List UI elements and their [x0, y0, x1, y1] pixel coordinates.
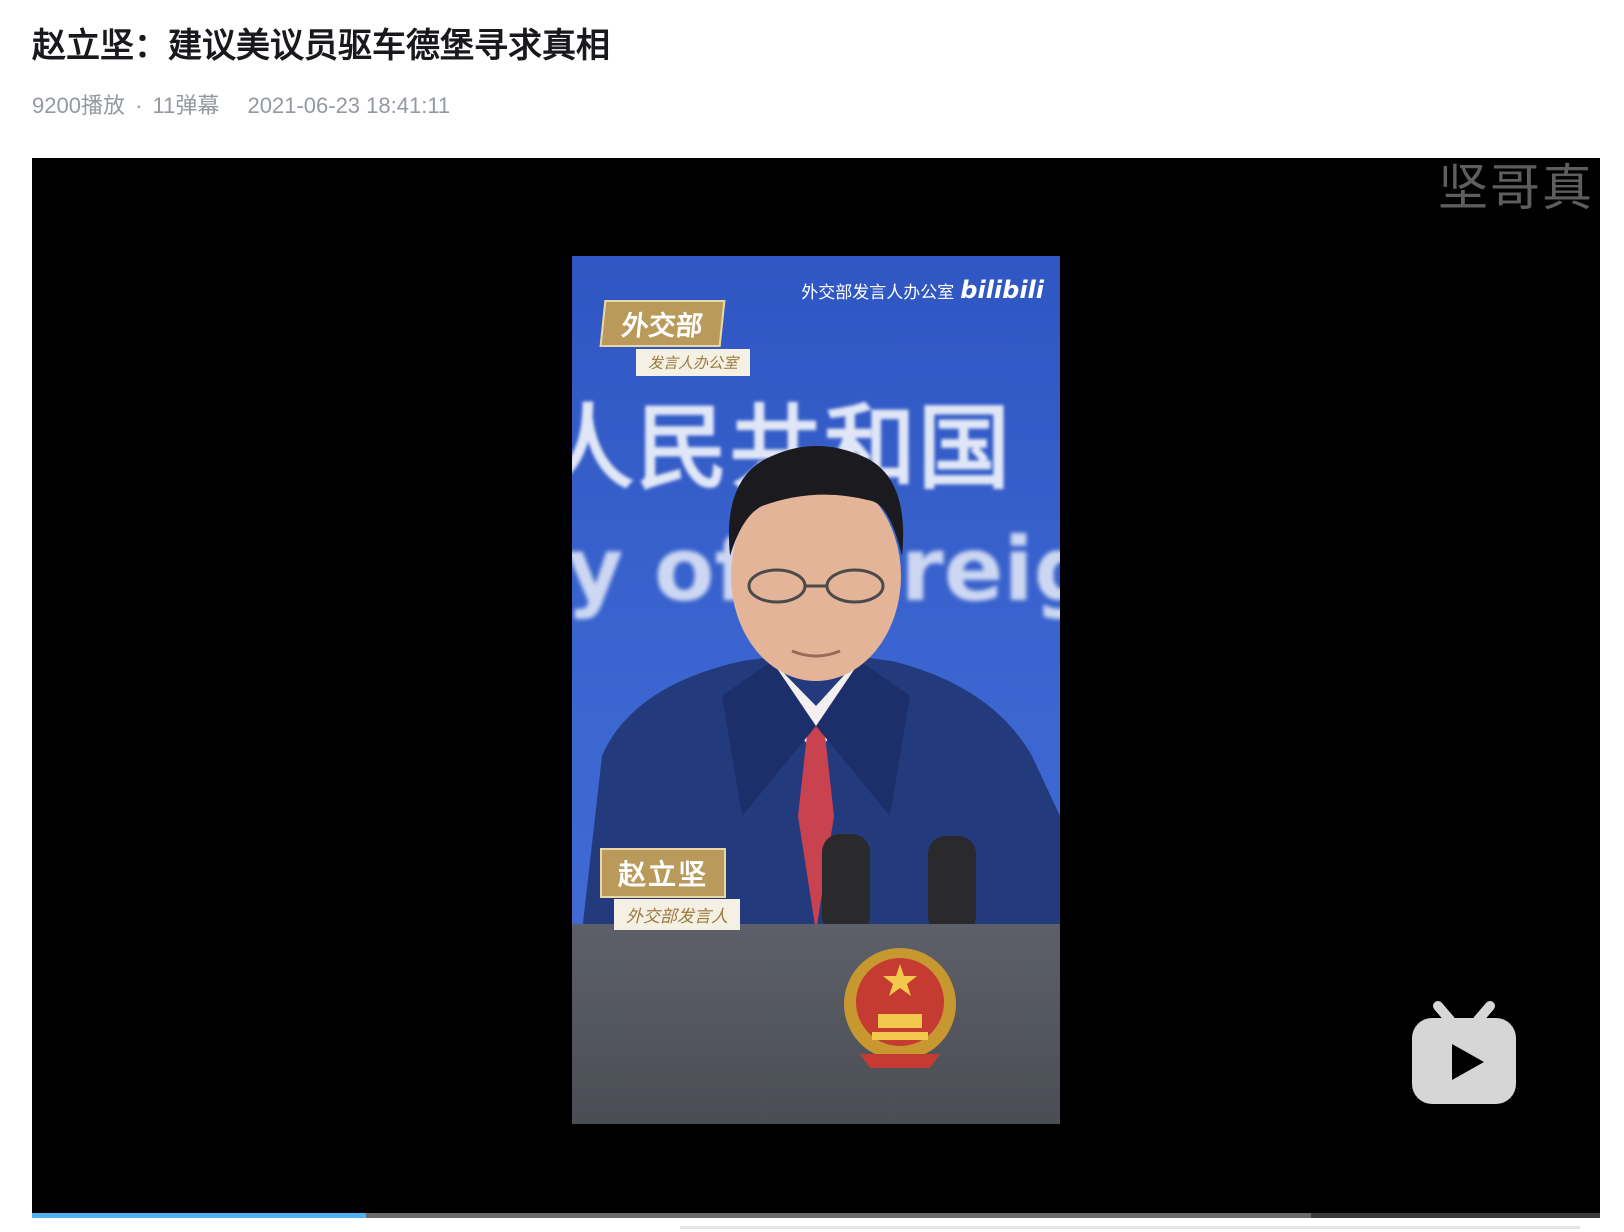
bilibili-tv-logo-icon[interactable] [1408, 1000, 1520, 1108]
national-emblem-icon [844, 948, 956, 1068]
view-count: 9200播放 [32, 93, 125, 118]
bilibili-brand: 外交部发言人办公室 bilibili [801, 276, 1044, 304]
video-player[interactable]: 坚哥真 人民共和国 y of Foreign [32, 158, 1600, 1218]
video-title: 赵立坚：建议美议员驱车德堡寻求真相 [32, 26, 610, 66]
mfa-badge-sub: 发言人办公室 [636, 349, 751, 376]
progress-bar[interactable] [32, 1213, 1600, 1218]
mfa-badge: 外交部 发言人办公室 [599, 300, 751, 376]
publish-time: 2021-06-23 18:41:11 [247, 93, 451, 118]
meta-separator: · [135, 93, 143, 118]
video-frame: 人民共和国 y of Foreign [572, 256, 1060, 1124]
progress-played [32, 1213, 366, 1218]
danmaku-count: 11弹幕 [152, 93, 220, 118]
speaker-role: 外交部发言人 [614, 899, 740, 930]
speaker-name-badge: 赵立坚 外交部发言人 [600, 848, 740, 930]
video-meta: 9200播放 · 11弹幕 2021-06-23 18:41:11 [32, 90, 450, 122]
speaker-name: 赵立坚 [600, 848, 727, 898]
mfa-badge-main: 外交部 [599, 300, 726, 347]
podium [572, 924, 1060, 1124]
uploader-watermark: 坚哥真 [1438, 159, 1594, 217]
divider [680, 1226, 1580, 1229]
brand-text: 外交部发言人办公室 [801, 283, 955, 303]
bilibili-logo: bilibili [960, 276, 1044, 304]
